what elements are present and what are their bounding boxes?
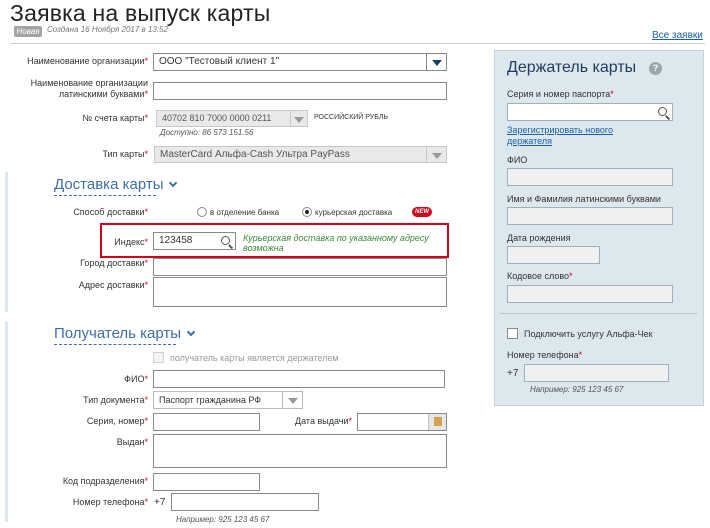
search-icon[interactable]: [658, 107, 667, 116]
chevron-down-icon: [294, 117, 304, 123]
delivery-city-label: Город доставки*: [80, 258, 148, 268]
holder-birth-input[interactable]: [507, 246, 600, 264]
chevron-down-icon: [432, 153, 442, 159]
created-date: Создана 16 Ноября 2017 в 13:52: [47, 25, 168, 34]
delivery-bank-label[interactable]: в отделение банка: [210, 208, 279, 217]
account-dropdown-button[interactable]: [290, 111, 307, 126]
recipient-is-holder-checkbox[interactable]: [153, 352, 164, 363]
alfacheck-label[interactable]: Подключить услугу Альфа-Чек: [524, 329, 653, 339]
delivery-title-underline: [54, 195, 156, 196]
chevron-down-icon: [169, 178, 178, 188]
account-currency: российский рубль: [314, 114, 389, 121]
header-divider: [10, 43, 705, 44]
holder-codeword-input[interactable]: [507, 285, 673, 303]
calendar-icon[interactable]: [428, 414, 446, 430]
issue-date-input[interactable]: [357, 413, 447, 431]
card-type-label: Тип карты*: [102, 149, 148, 159]
holder-fio-label: ФИО: [507, 155, 528, 165]
delivery-address-input[interactable]: [153, 277, 447, 307]
issued-by-label: Выдан*: [116, 437, 148, 447]
holder-phone-prefix: +7: [507, 368, 519, 379]
holder-passport-label: Серия и номер паспорта*: [507, 89, 614, 99]
account-available: Доступно: 86 573 151.56: [160, 128, 254, 137]
delivery-courier-radio[interactable]: [302, 207, 312, 217]
account-value: 40702 810 7000 0000 0211: [162, 113, 272, 123]
org-name-latin-input[interactable]: [153, 82, 447, 100]
holder-codeword-label: Кодовое слово*: [507, 271, 573, 281]
doc-type-dropdown-button[interactable]: [282, 392, 302, 408]
delivery-city-input[interactable]: [153, 258, 447, 276]
org-name-value: ООО "Тестовый клиент 1": [159, 56, 280, 67]
holder-phone-label: Номер телефона*: [507, 350, 583, 360]
delivery-bank-radio[interactable]: [197, 207, 207, 217]
index-input[interactable]: 123458: [153, 232, 236, 250]
delivery-courier-label[interactable]: курьерская доставка: [315, 208, 392, 217]
index-success-message: Курьерская доставка по указанному адресу…: [243, 233, 429, 253]
holder-fio-input[interactable]: [507, 168, 673, 186]
recipient-phone-label: Номер телефона*: [72, 497, 148, 507]
series-number-input[interactable]: [153, 413, 260, 431]
card-type-dropdown-button[interactable]: [426, 147, 446, 162]
recipient-fio-label: ФИО*: [124, 374, 148, 384]
holder-latin-input[interactable]: [507, 207, 673, 225]
holder-birth-label: Дата рождения: [507, 233, 571, 243]
chevron-down-icon: [288, 398, 298, 404]
recipient-phone-input[interactable]: [171, 493, 319, 511]
chevron-down-icon: [186, 327, 196, 337]
account-label: № счета карты*: [82, 113, 148, 123]
alfacheck-checkbox[interactable]: [507, 328, 518, 339]
card-type-select[interactable]: MasterCard Альфа-Cash Ультра PayPass: [154, 146, 447, 163]
index-value: 123458: [159, 235, 193, 246]
holder-panel-title: Держатель карты: [507, 59, 637, 76]
doc-type-value: Паспорт гражданина РФ: [159, 395, 262, 405]
division-code-input[interactable]: [153, 473, 260, 491]
holder-passport-input[interactable]: [507, 103, 673, 121]
delivery-method-label: Способ доставки*: [73, 207, 148, 217]
status-badge: Новая: [14, 26, 42, 37]
issue-date-label: Дата выдачи*: [295, 416, 352, 426]
new-badge: NEW: [412, 207, 432, 217]
org-name-label: Наименование организации*: [27, 56, 148, 66]
series-number-label: Серия, номер*: [86, 416, 148, 426]
doc-type-select[interactable]: Паспорт гражданина РФ: [153, 391, 303, 409]
recipient-is-holder-label: получатель карты является держателем: [170, 353, 339, 363]
register-holder-link[interactable]: Зарегистрировать нового держателя: [507, 125, 637, 147]
help-icon[interactable]: ?: [649, 62, 662, 75]
doc-type-label: Тип документа*: [83, 395, 148, 405]
delivery-section-toggle[interactable]: Доставка карты: [54, 176, 178, 193]
division-code-label: Код подразделения*: [62, 476, 148, 486]
recipient-phone-prefix: +7: [154, 497, 166, 508]
card-type-value: MasterCard Альфа-Cash Ультра PayPass: [160, 149, 350, 160]
page-title: Заявка на выпуск карты: [10, 0, 271, 26]
holder-panel-divider: [500, 313, 698, 314]
section-accent-bar: [5, 172, 8, 312]
recipient-phone-example: Например: 925 123 45 67: [176, 515, 270, 524]
org-name-dropdown-button[interactable]: [426, 54, 446, 70]
recipient-title-underline: [54, 344, 176, 345]
holder-phone-input[interactable]: [524, 364, 669, 382]
delivery-address-label: Адрес доставки*: [78, 280, 148, 290]
recipient-fio-input[interactable]: [153, 370, 445, 388]
holder-latin-label: Имя и Фамилия латинскими буквами: [507, 194, 661, 204]
issued-by-input[interactable]: [153, 434, 447, 468]
chevron-down-icon: [432, 60, 442, 66]
org-name-select[interactable]: ООО "Тестовый клиент 1": [153, 53, 447, 71]
holder-phone-example: Например: 925 123 45 67: [530, 385, 624, 394]
all-requests-link[interactable]: Все заявки: [652, 30, 703, 41]
org-name-latin-label: Наименование организации латинскими букв…: [30, 78, 148, 99]
account-select[interactable]: 40702 810 7000 0000 0211: [156, 110, 308, 127]
index-label: Индекс*: [114, 237, 148, 247]
recipient-section-toggle[interactable]: Получатель карты: [54, 325, 196, 342]
search-icon[interactable]: [221, 236, 230, 245]
